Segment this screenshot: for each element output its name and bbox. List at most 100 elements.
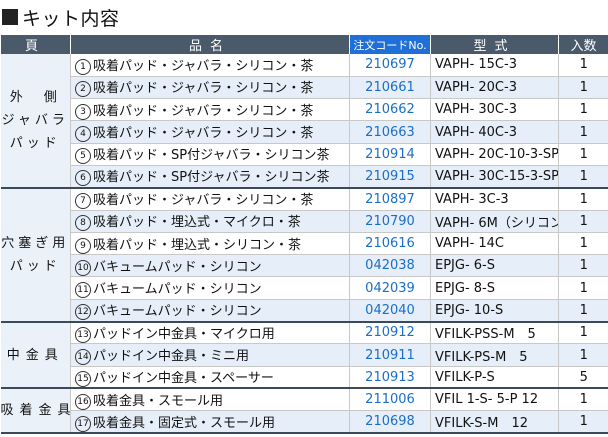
table-row: 10 バキュームパッド・シリコン 042038 EPJG- 6-S 1: [1, 254, 608, 278]
item-number-badge: 11: [75, 282, 91, 299]
item-name-cell: 9 吸着パッド・埋込式・シリコン・茶: [70, 232, 350, 256]
item-name-cell: 16 吸着金具・スモール用: [70, 388, 350, 412]
item-name-cell: 4 吸着パッド・ジャバラ・シリコン・茶: [70, 120, 350, 144]
header-name: 品名: [70, 35, 350, 54]
item-name: 吸着パッド・SP付ジャバラ・シリコン茶: [93, 170, 330, 186]
order-code: 210662: [349, 98, 431, 122]
item-name: 吸着パッド・ジャバラ・シリコン・茶: [93, 103, 314, 119]
item-name: 吸着パッド・埋込式・マイクロ・茶: [93, 215, 301, 231]
item-name: パッドイン中金具・マイクロ用: [93, 326, 275, 342]
order-code: 210914: [349, 143, 431, 166]
group-label-line: ジャバラ: [1, 112, 69, 128]
header-model: 型式: [430, 35, 559, 54]
item-name: 吸着パッド・ジャバラ・シリコン・茶: [93, 193, 314, 209]
item-name-cell: 10 バキュームパッド・シリコン: [70, 254, 350, 278]
item-number-badge: 7: [75, 193, 91, 210]
quantity: 1: [558, 54, 608, 77]
item-name: 吸着金具・スモール用: [93, 393, 224, 409]
item-number-badge: 17: [75, 415, 91, 432]
item-name: バキュームパッド・シリコン: [93, 304, 262, 320]
quantity: 1: [558, 410, 608, 435]
table-row: 6 吸着パッド・SP付ジャバラ・シリコン茶 210915 VAPH- 30C-15-3…: [1, 165, 608, 189]
order-code: 210913: [349, 366, 431, 390]
group-label: 穴塞ぎ用 パッド: [0, 187, 71, 323]
order-code: 042039: [349, 276, 431, 300]
order-code: 211006: [349, 388, 431, 412]
table-row: 中金具 13 パッドイン中金具・マイクロ用 210912 VFILK-PSS-M 51: [0, 321, 608, 390]
table-row: 4 吸着パッド・ジャバラ・シリコン・茶 210663 VAPH- 40C-3 1: [1, 120, 608, 144]
model-number: VAPH- 30C-15-3-SP: [430, 165, 559, 189]
item-number-badge: 6: [75, 170, 91, 186]
order-code: 210663: [349, 120, 431, 144]
order-code: 210912: [349, 321, 431, 345]
item-name-cell: 15 パッドイン中金具・スペーサー: [70, 366, 350, 390]
item-number-badge: 3: [75, 103, 91, 120]
group-label-line: パッド: [9, 135, 61, 151]
model-number: VFILK-PSS-M 5: [430, 321, 559, 345]
model-number: VFILK-S-M 12: [430, 410, 559, 435]
title-row: キット内容: [2, 4, 120, 30]
order-code: 042038: [349, 254, 431, 278]
quantity: 1: [558, 321, 608, 345]
model-number: VFIL 1-S- 5-P 12: [430, 388, 559, 412]
item-name-cell: 2 吸着パッド・ジャバラ・シリコン・茶: [70, 76, 350, 100]
table-row: 3 吸着パッド・ジャバラ・シリコン・茶 210662 VAPH- 30C-3 1: [1, 98, 608, 122]
model-number: EPJG- 6-S: [430, 254, 559, 278]
kit-table-body: 外 側ジャバラ パッド 1 吸着パッド・ジャバラ・シリコン・茶 210697 VAPH- …: [0, 54, 608, 435]
title-square-icon: [2, 9, 18, 25]
item-number-badge: 5: [75, 148, 91, 165]
item-name-cell: 12 バキュームパッド・シリコン: [70, 299, 350, 323]
item-name: 吸着パッド・埋込式・シリコン・茶: [93, 237, 302, 253]
item-number-badge: 13: [75, 326, 91, 343]
item-name-cell: 3 吸着パッド・ジャバラ・シリコン・茶: [70, 98, 350, 122]
header-row: 頁 品名 注文コードNo. 型式 入数: [0, 35, 608, 54]
item-number-badge: 9: [75, 237, 91, 254]
group-label: 吸着金具: [0, 388, 71, 435]
quantity: 1: [558, 254, 608, 278]
item-number-badge: 2: [75, 81, 91, 98]
model-number: VAPH- 20C-10-3-SP: [430, 143, 559, 166]
table-row: 14 パッドイン中金具・ミニ用 210911 VFILK-PS-M 51: [1, 343, 608, 367]
table-row: 穴塞ぎ用 パッド 7 吸着パッド・ジャバラ・シリコン・茶 210897 VAPH- 3C-…: [0, 187, 608, 323]
item-name-cell: 1 吸着パッド・ジャバラ・シリコン・茶: [70, 54, 350, 77]
quantity: 1: [558, 299, 608, 323]
quantity: 1: [558, 232, 608, 256]
quantity: 1: [558, 143, 608, 166]
order-code: 042040: [349, 299, 431, 323]
item-name-cell: 17 吸着金具・固定式・スモール用: [70, 410, 350, 435]
table-row: 吸着金具 16 吸着金具・スモール用 211006 VFIL 1-S- 5-P 12 1: [0, 388, 608, 435]
item-name-cell: 5 吸着パッド・SP付ジャバラ・シリコン茶: [70, 143, 350, 166]
item-name-cell: 6 吸着パッド・SP付ジャバラ・シリコン茶: [70, 165, 350, 189]
table-row: 外 側ジャバラ パッド 1 吸着パッド・ジャバラ・シリコン・茶 210697 VAPH- …: [0, 54, 608, 189]
item-name-cell: 14 パッドイン中金具・ミニ用: [70, 343, 350, 367]
order-code: 210697: [349, 54, 431, 77]
quantity: 1: [558, 76, 608, 100]
kit-table: 頁 品名 注文コードNo. 型式 入数 外 側ジャバラ パッド 1 吸着パッド・ジャバ…: [0, 35, 608, 435]
model-number: VAPH- 3C-3: [430, 187, 559, 211]
quantity: 1: [558, 210, 608, 233]
group-label-line: 穴塞ぎ用: [1, 235, 70, 251]
header-page: 頁: [0, 35, 71, 54]
order-code: 210790: [349, 210, 431, 233]
item-name: 吸着パッド・ジャバラ・シリコン・茶: [93, 58, 314, 74]
model-number: VAPH- 30C-3: [430, 98, 559, 122]
item-name: パッドイン中金具・ミニ用: [93, 349, 250, 364]
model-number: VAPH- 14C: [430, 232, 559, 256]
order-code: 210915: [349, 165, 431, 189]
item-name: 吸着パッド・ジャバラ・シリコン・茶: [93, 126, 314, 142]
model-number: EPJG- 8-S: [430, 276, 559, 300]
quantity: 1: [558, 388, 608, 412]
order-code: 210911: [349, 343, 431, 367]
item-number-badge: 16: [75, 393, 91, 410]
header-qty: 入数: [558, 35, 608, 54]
group-label-line: パッド: [9, 258, 61, 274]
model-number: EPJG- 10-S: [430, 299, 559, 323]
item-name-cell: 7 吸着パッド・ジャバラ・シリコン・茶: [70, 187, 350, 211]
table-row: 8吸着パッド・埋込式・マイクロ・茶210790VAPH- 6M（シリコン）1: [1, 210, 608, 233]
order-code: 210698: [349, 410, 431, 435]
item-name-cell: 13 パッドイン中金具・マイクロ用: [70, 321, 350, 345]
quantity: 1: [558, 187, 608, 211]
item-name: バキュームパッド・シリコン: [93, 282, 262, 298]
model-number: VAPH- 20C-3: [430, 76, 559, 100]
table-row: 5 吸着パッド・SP付ジャバラ・シリコン茶 210914 VAPH- 20C-10-3…: [1, 143, 608, 166]
